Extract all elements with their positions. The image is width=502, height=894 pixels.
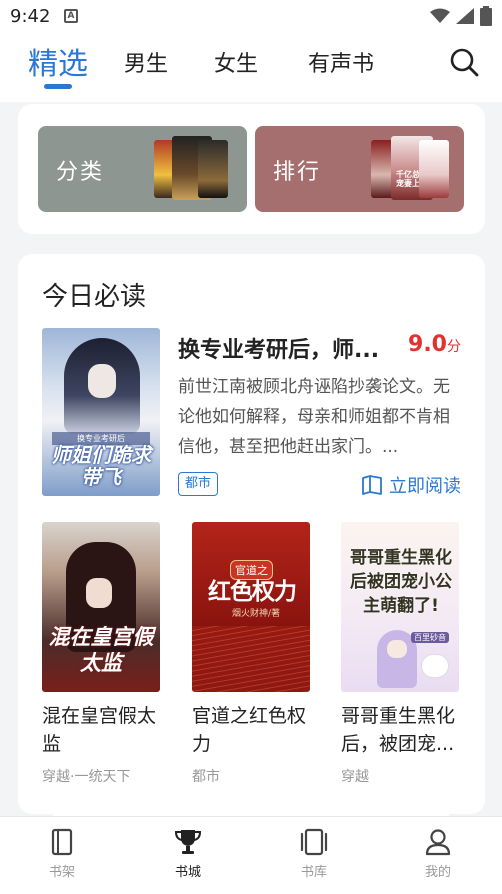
banner-book-thumb xyxy=(419,140,449,198)
tab-featured[interactable]: 精选 xyxy=(28,39,88,83)
tab-female[interactable]: 女生 xyxy=(214,46,258,78)
book-item[interactable]: 哥哥重生黑化后被团宠小公主萌翻了! 百里砂音 哥哥重生黑化后，被团宠... 穿越 xyxy=(341,522,461,786)
cover-author: 百里砂音 xyxy=(411,632,449,643)
feature-book-cover[interactable]: 换专业考研后 师姐们跪求带飞 xyxy=(42,328,160,496)
book-cover: 混在皇宫假太监 xyxy=(42,522,160,692)
status-icons xyxy=(430,6,492,26)
tab-audiobook[interactable]: 有声书 xyxy=(308,46,374,78)
read-now-label: 立即阅读 xyxy=(389,476,461,497)
feature-book-description: 前世江南被顾北舟诬陷抄袭论文。无论他如何解释，母亲和师姐都不肯相信他，甚至把他赶… xyxy=(178,377,450,457)
book-cover: 哥哥重生黑化后被团宠小公主萌翻了! 百里砂音 xyxy=(341,522,459,692)
status-time: 9:42 xyxy=(10,6,51,27)
nav-library[interactable]: 书库 xyxy=(274,827,354,880)
book-genre: 穿越 xyxy=(341,769,369,785)
signal-icon xyxy=(456,8,474,24)
book-score: 9.0分 xyxy=(408,332,461,357)
bookshelf-icon xyxy=(51,828,73,856)
book-item[interactable]: 官道之 红色权力 烟火财神/著 官道之红色权力 都市 xyxy=(192,522,312,786)
cover-author: 烟火财神/著 xyxy=(232,609,281,619)
category-label: 分类 xyxy=(56,160,105,185)
nav-bookshelf[interactable]: 书架 xyxy=(22,827,102,880)
search-icon[interactable] xyxy=(448,46,480,78)
cover-title: 混在皇宫假太监 xyxy=(48,625,154,675)
book-genre: 穿越·一统天下 xyxy=(42,769,131,785)
ranking-banner[interactable]: 排行 千亿总裁 宠妻上瘾 xyxy=(255,126,464,212)
book-genre: 都市 xyxy=(192,769,220,785)
section-title: 今日必读 xyxy=(42,282,147,312)
feature-book-title[interactable]: 换专业考研后，师... xyxy=(178,332,398,364)
read-now-button[interactable]: 立即阅读 xyxy=(361,472,461,498)
trophy-icon xyxy=(174,830,202,854)
notification-icon: A xyxy=(64,9,78,23)
category-banner[interactable]: 分类 xyxy=(38,126,247,212)
active-tab-indicator xyxy=(44,84,72,89)
battery-icon xyxy=(480,6,492,26)
bunny-illustration xyxy=(421,654,449,678)
cover-title: 师姐们跪求带飞 xyxy=(51,443,151,489)
cover-title: 哥哥重生黑化后被团宠小公主萌翻了! xyxy=(350,548,452,616)
book-title: 官道之红色权力 xyxy=(192,705,307,755)
book-cover: 官道之 红色权力 烟火财神/著 xyxy=(192,522,310,692)
nav-label: 我的 xyxy=(424,865,451,880)
nav-bookstore[interactable]: 书城 xyxy=(148,827,228,880)
book-title: 混在皇宫假太监 xyxy=(42,705,157,755)
wifi-icon xyxy=(430,8,450,23)
banner-book-thumb xyxy=(198,140,228,198)
score-unit: 分 xyxy=(447,339,461,355)
tab-male[interactable]: 男生 xyxy=(124,46,168,78)
top-nav: 精选 男生 女生 有声书 xyxy=(0,34,502,102)
book-title: 哥哥重生黑化后，被团宠... xyxy=(341,705,456,755)
banner-card: 分类 排行 千亿总裁 宠妻上瘾 xyxy=(18,104,485,234)
status-bar: 9:42 A xyxy=(0,0,502,34)
genre-tag: 都市 xyxy=(178,472,219,496)
library-icon xyxy=(300,828,328,856)
book-item[interactable]: 混在皇宫假太监 混在皇宫假太监 穿越·一统天下 xyxy=(42,522,162,786)
cover-title: 红色权力 xyxy=(208,579,297,605)
bottom-nav: 书架 书城 书库 我的 xyxy=(0,816,502,894)
open-book-icon xyxy=(362,475,382,495)
nav-label: 书架 xyxy=(48,865,75,880)
profile-icon xyxy=(425,829,451,856)
ranking-label: 排行 xyxy=(273,160,322,185)
nav-profile[interactable]: 我的 xyxy=(398,827,478,880)
score-value: 9.0 xyxy=(408,332,447,357)
today-must-read-card: 今日必读 换专业考研后 师姐们跪求带飞 换专业考研后，师... 9.0分 前世江… xyxy=(18,254,485,814)
nav-label: 书城 xyxy=(174,865,201,880)
nav-label: 书库 xyxy=(300,865,327,880)
